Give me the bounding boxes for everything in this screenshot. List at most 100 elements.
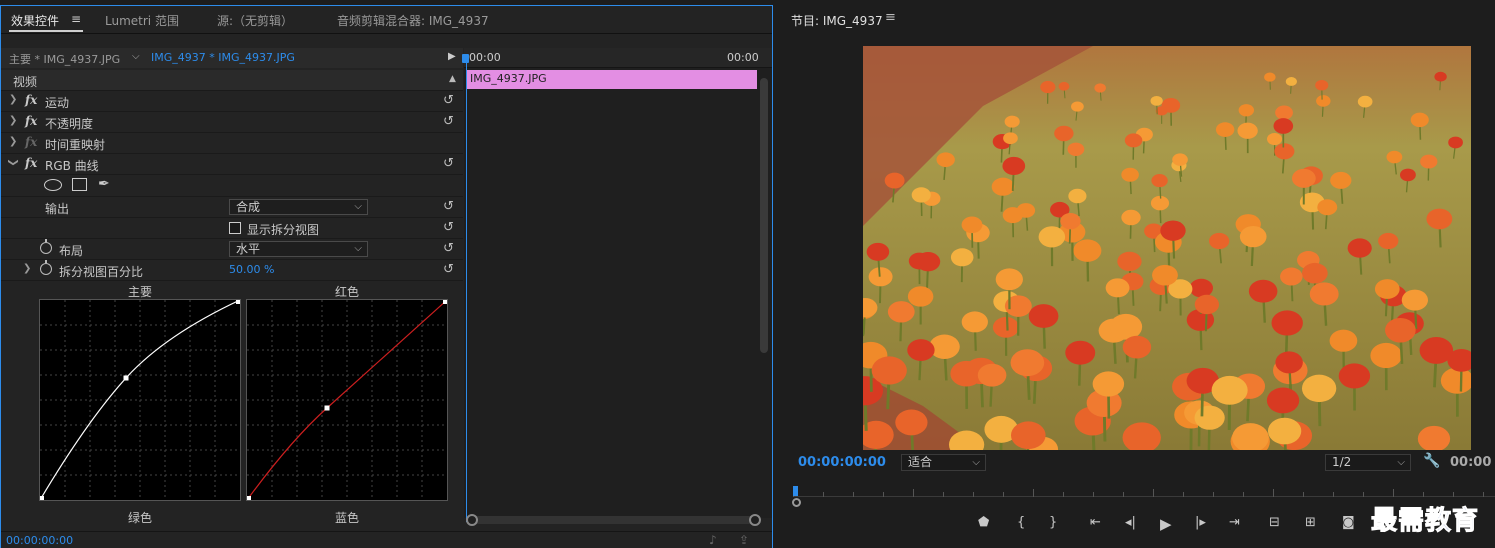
playback-resolution-dropdown[interactable]: 1/2 ⌵ <box>1325 454 1411 471</box>
fx-icon[interactable]: fx <box>25 156 37 170</box>
expand-caret-icon[interactable]: ❯ <box>9 136 17 147</box>
tab-audio-clip-mixer[interactable]: 音频剪辑混合器: IMG_4937 <box>337 12 489 29</box>
playhead-handle[interactable] <box>793 486 798 496</box>
timeline-clip[interactable]: IMG_4937.JPG <box>466 70 757 89</box>
red-curve-graph[interactable] <box>246 299 448 501</box>
tulip-flower <box>1121 209 1141 226</box>
tulip-flower <box>1374 279 1400 299</box>
tab-program[interactable]: 节目: IMG_4937 <box>791 12 883 29</box>
reset-icon[interactable]: ↺ <box>443 220 454 235</box>
zoom-fit-dropdown[interactable]: 适合 ⌵ <box>901 454 986 471</box>
zoom-handle[interactable] <box>792 498 801 507</box>
tulip-flower <box>977 363 1007 387</box>
tab-source[interactable]: 源:（无剪辑） <box>217 12 293 29</box>
reset-icon[interactable]: ↺ <box>443 156 454 171</box>
timeline-ruler[interactable]: 00:00 00:00 <box>464 48 772 68</box>
tab-effect-controls[interactable]: 效果控件 <box>11 12 59 29</box>
output-label: 输出 <box>45 202 70 216</box>
video-section-header[interactable]: 视频 ▲ <box>1 70 463 91</box>
output-row: 输出 合成 ⌵ ↺ <box>1 197 463 218</box>
tulip-flower <box>961 216 983 234</box>
clip-selector[interactable]: IMG_4937 * IMG_4937.JPG <box>151 51 295 64</box>
split-percent-row: ❯ 拆分视图百分比 50.00 % ↺ <box>1 260 463 281</box>
reset-icon[interactable]: ↺ <box>443 199 454 214</box>
tulip-flower <box>1238 104 1255 117</box>
current-timecode[interactable]: 00:00:00:00 <box>6 534 73 547</box>
fx-icon[interactable]: fx <box>25 93 37 107</box>
tulip-flower <box>884 172 905 189</box>
master-clip-label[interactable]: 主要 * IMG_4937.JPG <box>9 51 120 67</box>
tulip-flower <box>1172 153 1188 166</box>
effect-name: 时间重映射 <box>45 138 106 152</box>
playhead-handle[interactable] <box>462 54 469 63</box>
step-back-icon[interactable]: ◂| <box>1125 515 1136 530</box>
ellipse-mask-icon[interactable] <box>44 179 62 191</box>
tulip-flower <box>1067 142 1085 157</box>
tulip-flower <box>1317 199 1338 216</box>
reset-icon[interactable]: ↺ <box>443 114 454 129</box>
pen-mask-icon[interactable]: ✒ <box>98 176 110 192</box>
chevron-down-icon: ⌵ <box>354 201 362 212</box>
program-video-frame[interactable] <box>863 46 1471 450</box>
tab-lumetri-scopes[interactable]: Lumetri 范围 <box>105 12 179 29</box>
tulip-flower <box>1291 168 1316 188</box>
in-point-icon[interactable]: { <box>1017 515 1025 530</box>
effect-row-time-remap[interactable]: ❯ fx 时间重映射 <box>1 133 463 154</box>
tulip-flower <box>1275 105 1293 120</box>
fx-icon: fx <box>25 135 38 149</box>
tulip-flower <box>1426 208 1453 230</box>
lift-icon[interactable]: ⊟ <box>1269 515 1280 530</box>
panel-menu-icon[interactable]: ≡ <box>885 10 896 25</box>
marker-icon[interactable]: ⬟ <box>978 515 989 530</box>
rectangle-mask-icon[interactable] <box>72 178 87 191</box>
effect-row-opacity[interactable]: ❯ fx 不透明度 ↺ <box>1 112 463 133</box>
program-timecode[interactable]: 00:00:00:00 <box>798 455 886 470</box>
scroll-end-handle[interactable] <box>749 514 761 526</box>
split-percent-value[interactable]: 50.00 % <box>229 263 274 276</box>
expand-caret-icon[interactable]: ❯ <box>9 94 17 105</box>
effect-row-rgb-curves[interactable]: ❯ fx RGB 曲线 ↺ <box>1 154 463 175</box>
out-point-icon[interactable]: } <box>1049 515 1057 530</box>
curve-grid <box>40 300 240 500</box>
step-forward-icon[interactable]: |▸ <box>1195 515 1206 530</box>
export-icon[interactable]: ⇪ <box>739 533 749 547</box>
fx-icon[interactable]: fx <box>25 114 37 128</box>
tulip-flower <box>907 339 935 362</box>
extract-icon[interactable]: ⊞ <box>1305 515 1316 530</box>
camera-icon[interactable]: ◙ <box>1342 515 1355 530</box>
expanded-caret-icon[interactable]: ❯ <box>8 158 19 166</box>
tulip-flower <box>961 311 988 333</box>
chevron-down-icon[interactable]: ⌵ <box>132 51 140 62</box>
effect-row-motion[interactable]: ❯ fx 运动 ↺ <box>1 91 463 112</box>
audio-note-icon[interactable]: ♪ <box>709 533 717 547</box>
master-curve-graph[interactable] <box>39 299 241 501</box>
chevron-down-icon: ⌵ <box>354 243 362 254</box>
expand-caret-icon[interactable]: ❯ <box>23 263 31 274</box>
effect-timeline[interactable]: 00:00 00:00 IMG_4937.JPG <box>462 48 772 526</box>
timeline-horizontal-scrollbar[interactable] <box>466 514 761 526</box>
collapse-up-icon[interactable]: ▲ <box>449 74 456 84</box>
panel-menu-icon[interactable]: ≡ <box>71 12 81 26</box>
go-to-out-icon[interactable]: ⇥ <box>1229 515 1240 530</box>
stopwatch-icon[interactable] <box>40 239 52 254</box>
reset-icon[interactable]: ↺ <box>443 241 454 256</box>
scroll-start-handle[interactable] <box>466 514 478 526</box>
reset-icon[interactable]: ↺ <box>443 93 454 108</box>
layout-dropdown[interactable]: 水平 ⌵ <box>229 241 368 257</box>
settings-wrench-icon[interactable]: 🔧 <box>1423 453 1440 469</box>
expand-caret-icon[interactable]: ❯ <box>9 115 17 126</box>
go-to-in-icon[interactable]: ⇤ <box>1090 515 1101 530</box>
timeline-vertical-scrollbar[interactable] <box>760 78 768 353</box>
output-dropdown[interactable]: 合成 ⌵ <box>229 199 368 215</box>
tulip-flower <box>1122 335 1152 359</box>
play-icon[interactable]: ▶ <box>1160 515 1172 533</box>
reset-icon[interactable]: ↺ <box>443 262 454 277</box>
tulip-flower <box>1004 115 1020 128</box>
stopwatch-icon[interactable] <box>40 260 52 275</box>
split-view-checkbox[interactable] <box>229 222 241 234</box>
split-view-row: 显示拆分视图 ↺ <box>1 218 463 239</box>
curve-endpoint <box>247 496 251 500</box>
tulip-flower <box>1264 72 1276 82</box>
show-timeline-arrow-icon[interactable]: ▶ <box>448 51 456 62</box>
tulip-flower <box>1239 225 1267 248</box>
